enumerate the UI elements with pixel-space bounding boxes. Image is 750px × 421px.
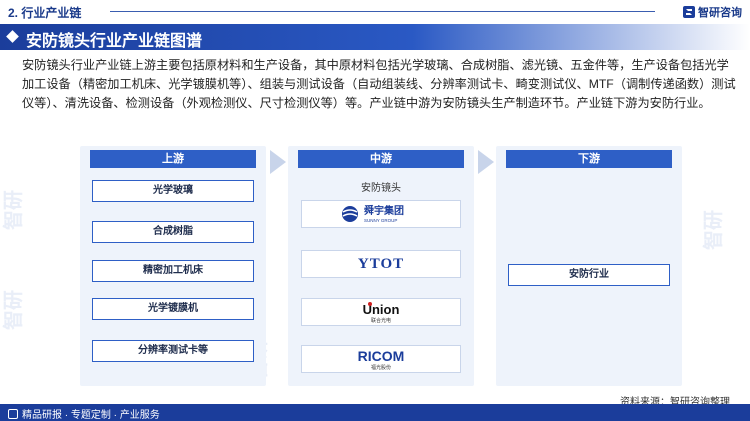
company-name: YTOT (357, 255, 405, 272)
footer-text: 精品研报 · 专题定制 · 产业服务 (22, 410, 160, 421)
svg-text:智研: 智研 (1, 190, 25, 230)
company-name: 舜宇集团 (364, 204, 404, 217)
brand-name: 智研咨询 (698, 7, 742, 19)
union-logo-icon: Union 联合光电 (363, 302, 399, 324)
company-logo-union: Union 联合光电 (301, 298, 461, 326)
flow-arrow-icon (270, 150, 286, 174)
upstream-item: 精密加工机床 (92, 260, 254, 282)
company-name: RICOM (358, 348, 405, 364)
upstream-item: 合成树脂 (92, 221, 254, 243)
footer-bar: 精品研报 · 专题定制 · 产业服务 (0, 404, 750, 421)
footer-left: 精品研报 · 专题定制 · 产业服务 (8, 406, 160, 421)
upstream-item: 分辨率测试卡等 (92, 340, 254, 362)
downstream-item: 安防行业 (508, 264, 670, 286)
flow-arrow-icon (478, 150, 494, 174)
midstream-header: 中游 (298, 150, 464, 168)
company-subname: SUNNY GROUP (364, 218, 397, 223)
description: 安防镜头行业产业链上游主要包括原材料和生产设备，其中原材料包括光学玻璃、合成树脂… (22, 58, 736, 110)
page-title: 安防镜头行业产业链图谱 (26, 33, 203, 50)
brand-top: 智研咨询 (683, 4, 742, 20)
svg-text:智研: 智研 (1, 290, 25, 330)
section-title: 2. 行业产业链 (8, 6, 82, 20)
report-icon (8, 408, 18, 419)
upstream-item: 光学玻璃 (92, 180, 254, 202)
midstream-column: 中游 安防镜头 舜宇集团 SUNNY GROUP YTOT Union 联合光电… (288, 146, 474, 386)
brand-logo-icon (683, 6, 695, 18)
downstream-column: 下游 安防行业 (496, 146, 682, 386)
svg-text:智研: 智研 (701, 210, 725, 250)
company-logo-ricom: RICOM 福光股份 (301, 345, 461, 373)
section-header: 2. 行业产业链 智研咨询 (0, 0, 750, 22)
ricom-logo-icon: RICOM 福光股份 (358, 348, 405, 371)
upstream-item: 光学镀膜机 (92, 298, 254, 320)
downstream-header: 下游 (506, 150, 672, 168)
section-divider (110, 11, 655, 12)
company-subname: 福光股份 (371, 364, 391, 371)
sunny-logo-icon: 舜宇集团 SUNNY GROUP (342, 204, 404, 223)
diamond-icon (6, 30, 19, 43)
midstream-label: 安防镜头 (361, 183, 401, 194)
title-bar: 安防镜头行业产业链图谱 (0, 24, 750, 50)
upstream-header: 上游 (90, 150, 256, 168)
company-logo-sunny: 舜宇集团 SUNNY GROUP (301, 200, 461, 228)
upstream-column: 上游 光学玻璃 合成树脂 精密加工机床 光学镀膜机 分辨率测试卡等 (80, 146, 266, 386)
company-logo-ytot: YTOT (301, 250, 461, 278)
company-subname: 联合光电 (371, 317, 391, 324)
